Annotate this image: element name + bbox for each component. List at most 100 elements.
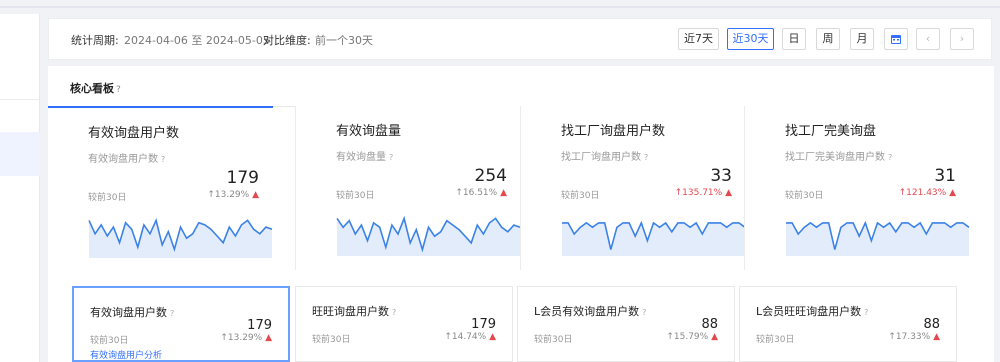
metric-title: 有效询盘用户数 bbox=[88, 126, 180, 141]
trend-up-icon: ▲ bbox=[249, 190, 259, 200]
metric-subtitle: 找工厂完美询盘用户数? bbox=[785, 148, 892, 163]
sub-metric-value: 179 bbox=[247, 318, 272, 333]
metric-value: 31 bbox=[934, 166, 956, 186]
calendar-button[interactable] bbox=[884, 28, 908, 50]
change-value: ↑13.29% bbox=[220, 333, 263, 343]
help-icon[interactable]: ? bbox=[161, 155, 165, 164]
calendar-icon bbox=[891, 35, 901, 44]
sparkline-area bbox=[337, 218, 520, 256]
sparkline-chart bbox=[336, 215, 521, 256]
compare-label: 较前30日 bbox=[534, 335, 573, 345]
sub-metric-title: 有效询盘用户数? bbox=[90, 304, 174, 320]
help-icon[interactable]: ? bbox=[392, 308, 396, 317]
sub-metric-title-text: L会员有效询盘用户数 bbox=[534, 305, 640, 318]
metric-title: 有效询盘量 bbox=[336, 124, 402, 139]
trend-up-icon: ▲ bbox=[486, 332, 496, 342]
sub-metric-value: 179 bbox=[471, 317, 496, 332]
change-value: ↑135.71% bbox=[674, 188, 723, 198]
metric-subtitle-text: 找工厂询盘用户数 bbox=[561, 152, 641, 163]
sub-metric-value: 88 bbox=[701, 317, 718, 332]
trend-up-icon: ▲ bbox=[262, 333, 272, 343]
metric-title: 找工厂完美询盘 bbox=[785, 124, 877, 139]
range-week-button[interactable]: 周 bbox=[816, 28, 840, 50]
next-button[interactable]: › bbox=[950, 28, 974, 50]
help-icon[interactable]: ? bbox=[642, 308, 646, 317]
change-percent: ↑13.29% ▲ bbox=[207, 190, 259, 200]
sub-metric-title-text: 旺旺询盘用户数 bbox=[312, 305, 389, 318]
card-divider bbox=[295, 106, 296, 270]
change-percent: ↑13.29% ▲ bbox=[220, 333, 272, 343]
sub-metric-title-text: L会员旺旺询盘用户数 bbox=[756, 305, 862, 318]
chevron-left-icon: ‹ bbox=[925, 32, 931, 45]
change-value: ↑121.43% bbox=[898, 188, 947, 198]
trend-up-icon: ▲ bbox=[946, 188, 956, 198]
change-value: ↑13.29% bbox=[207, 190, 250, 200]
sub-metric-title: 旺旺询盘用户数? bbox=[312, 303, 396, 319]
help-icon[interactable]: ? bbox=[644, 153, 648, 162]
metric-value: 33 bbox=[710, 166, 732, 186]
chevron-right-icon: › bbox=[959, 32, 965, 45]
help-icon[interactable]: ? bbox=[170, 309, 174, 318]
metric-card[interactable]: 有效询盘量 有效询盘量? 254 较前30日 ↑16.51% ▲ bbox=[296, 106, 521, 270]
sparkline-chart bbox=[88, 217, 273, 258]
metric-subtitle-text: 有效询盘用户数 bbox=[88, 154, 158, 165]
range-day-button[interactable]: 日 bbox=[782, 28, 806, 50]
metric-value: 179 bbox=[226, 168, 259, 188]
sidebar-active-item[interactable] bbox=[0, 132, 40, 176]
change-percent: ↑15.79% ▲ bbox=[666, 332, 718, 342]
prev-button[interactable]: ‹ bbox=[916, 28, 940, 50]
sidebar-divider bbox=[0, 99, 40, 100]
compare-label: 较前30日 bbox=[785, 191, 824, 201]
metric-card[interactable]: 找工厂完美询盘 找工厂完美询盘用户数? 31 较前30日 ↑121.43% ▲ bbox=[745, 106, 970, 270]
compare-label: 较前30日 bbox=[561, 191, 600, 201]
sub-metric-title-text: 有效询盘用户数 bbox=[90, 306, 167, 319]
panel-title-text: 核心看板 bbox=[70, 82, 114, 95]
top-strip bbox=[0, 0, 1000, 14]
change-value: ↑14.74% bbox=[444, 332, 487, 342]
compare-label: 对比维度: bbox=[263, 34, 311, 47]
help-icon[interactable]: ? bbox=[888, 153, 892, 162]
metric-title: 找工厂询盘用户数 bbox=[561, 124, 666, 139]
metric-value: 254 bbox=[474, 166, 507, 186]
change-percent: ↑121.43% ▲ bbox=[899, 188, 956, 198]
analysis-link[interactable]: 有效询盘用户分析 bbox=[90, 348, 162, 361]
change-percent: ↑14.74% ▲ bbox=[444, 332, 496, 342]
card-divider bbox=[520, 106, 521, 270]
range-month-button[interactable]: 月 bbox=[850, 28, 874, 50]
change-value: ↑15.79% bbox=[666, 332, 709, 342]
compare-label: 较前30日 bbox=[88, 193, 127, 203]
panel-title: 核心看板? bbox=[70, 80, 121, 96]
sparkline-area bbox=[562, 222, 745, 256]
sub-metric-card[interactable]: L会员旺旺询盘用户数? 88 较前30日 ↑17.33% ▲ bbox=[739, 286, 957, 362]
period-value[interactable]: 2024-04-06 至 2024-05-05 bbox=[124, 32, 270, 48]
help-icon[interactable]: ? bbox=[864, 308, 868, 317]
metric-subtitle: 有效询盘用户数? bbox=[88, 150, 165, 165]
compare-label: 较前30日 bbox=[312, 335, 351, 345]
change-percent: ↑16.51% ▲ bbox=[455, 188, 507, 198]
change-value: ↑17.33% bbox=[888, 332, 931, 342]
compare-label: 较前30日 bbox=[756, 335, 795, 345]
sub-metric-value: 88 bbox=[923, 317, 940, 332]
top-divider bbox=[0, 6, 1000, 8]
core-dashboard-panel: 核心看板? 有效询盘用户数 有效询盘用户数? 179 较前30日 ↑13.29% ▲ 有效… bbox=[48, 66, 994, 362]
sub-metric-card[interactable]: 有效询盘用户数? 179 较前30日 ↑13.29% ▲ 有效询盘用户分析 bbox=[72, 286, 290, 362]
metric-subtitle: 有效询盘量? bbox=[336, 148, 393, 163]
metric-subtitle-text: 找工厂完美询盘用户数 bbox=[785, 152, 885, 163]
metric-subtitle-text: 有效询盘量 bbox=[336, 152, 386, 163]
help-icon[interactable]: ? bbox=[116, 85, 121, 95]
sub-metric-title: L会员有效询盘用户数? bbox=[534, 303, 646, 319]
trend-up-icon: ▲ bbox=[708, 332, 718, 342]
range-30d-button[interactable]: 近30天 bbox=[727, 28, 774, 50]
range-7d-button[interactable]: 近7天 bbox=[678, 28, 719, 50]
compare-value[interactable]: 前一个30天 bbox=[315, 32, 373, 48]
filter-bar: 统计周期: 2024-04-06 至 2024-05-05 对比维度: 前一个3… bbox=[48, 18, 992, 60]
change-value: ↑16.51% bbox=[455, 188, 498, 198]
period-label: 统计周期: bbox=[71, 34, 119, 47]
compare-label: 较前30日 bbox=[336, 191, 375, 201]
sub-metric-card[interactable]: L会员有效询盘用户数? 88 较前30日 ↑15.79% ▲ bbox=[517, 286, 735, 362]
left-sidebar bbox=[0, 14, 40, 362]
metric-card[interactable]: 找工厂询盘用户数 找工厂询盘用户数? 33 较前30日 ↑135.71% ▲ bbox=[521, 106, 746, 270]
metric-card[interactable]: 有效询盘用户数 有效询盘用户数? 179 较前30日 ↑13.29% ▲ bbox=[48, 106, 273, 270]
help-icon[interactable]: ? bbox=[389, 153, 393, 162]
sub-metric-card[interactable]: 旺旺询盘用户数? 179 较前30日 ↑14.74% ▲ bbox=[295, 286, 513, 362]
